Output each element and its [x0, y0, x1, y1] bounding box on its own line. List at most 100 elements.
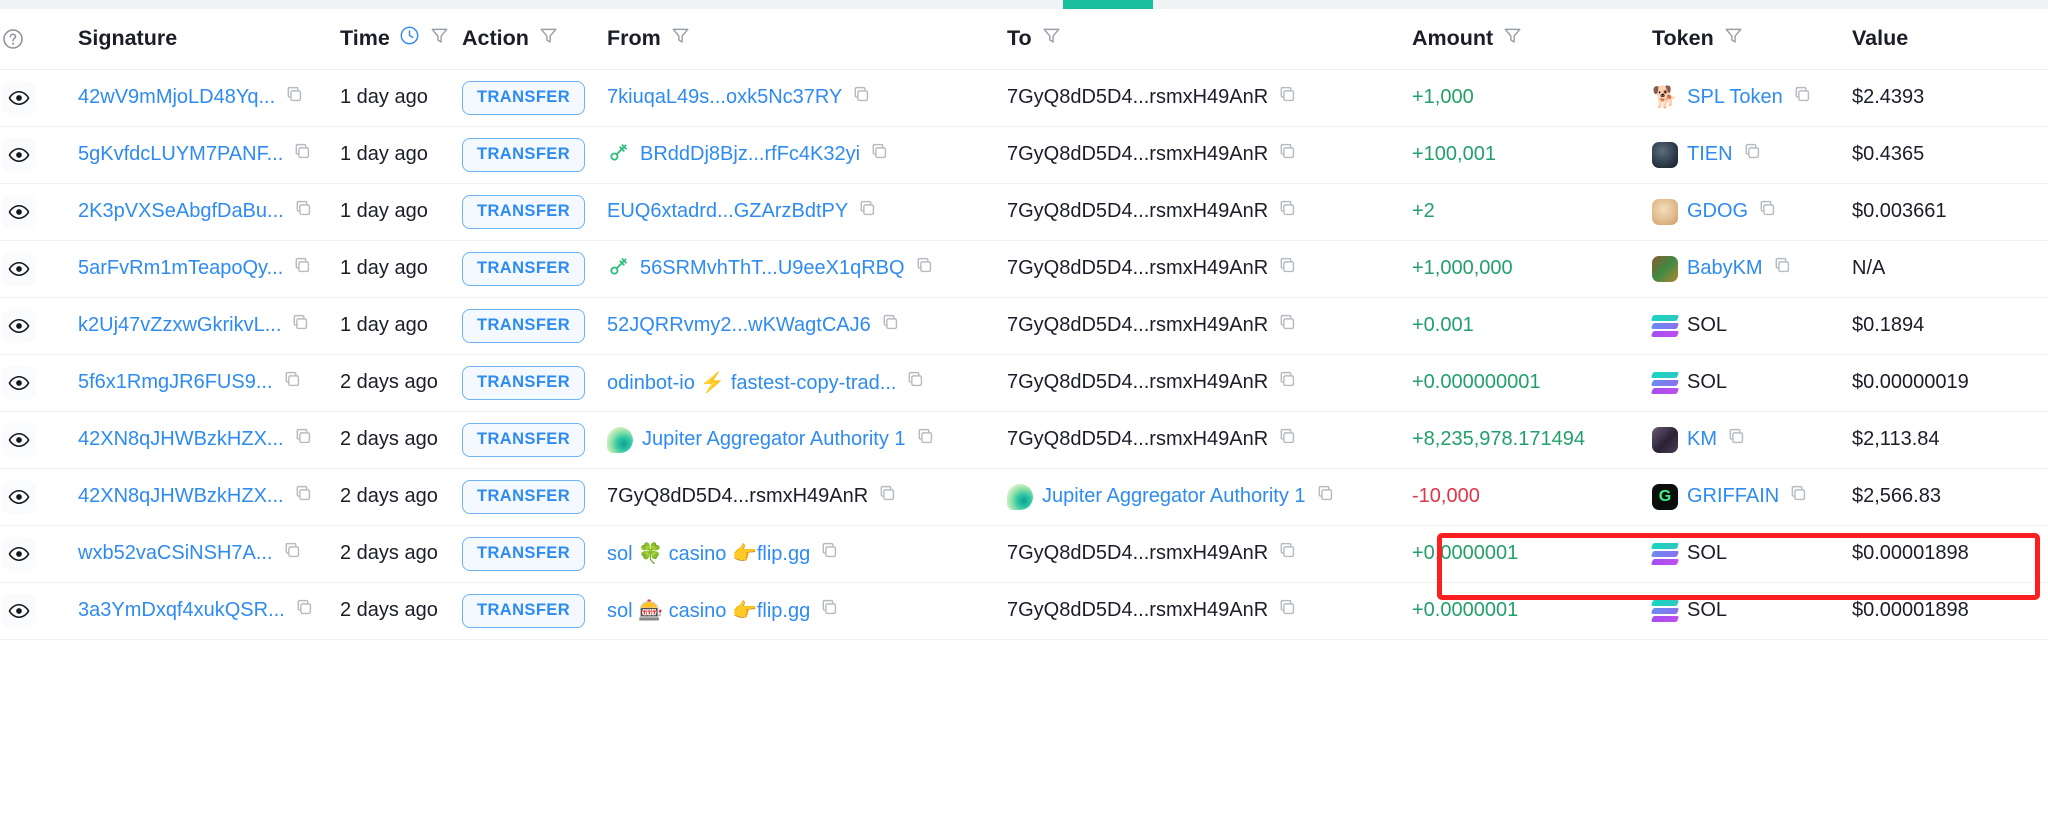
- from-address[interactable]: BRddDj8Bjz...rfFc4K32yi: [640, 143, 860, 166]
- cell-token[interactable]: SOL: [1650, 582, 1852, 640]
- cell-from[interactable]: 7kiuqaL49s...oxk5Nc37RY: [607, 69, 1007, 127]
- copy-to-icon[interactable]: [1277, 255, 1298, 282]
- view-transaction-button[interactable]: [2, 251, 36, 286]
- signature-link[interactable]: k2Uj47vZzxwGkrikvL...: [78, 314, 281, 337]
- column-header-to[interactable]: To: [1007, 9, 1412, 70]
- column-header-signature[interactable]: Signature: [40, 9, 340, 70]
- copy-signature-icon[interactable]: [284, 84, 305, 111]
- filter-icon-time[interactable]: [429, 25, 450, 52]
- to-address[interactable]: Jupiter Aggregator Authority 1: [1042, 485, 1306, 508]
- signature-link[interactable]: 5f6x1RmgJR6FUS9...: [78, 371, 273, 394]
- from-address[interactable]: 56SRMvhThT...U9eeX1qRBQ: [640, 257, 905, 280]
- table-row[interactable]: 2K3pVXSeAbgfDaBu... 1 day ago TRANSFER EUQ6…: [0, 183, 2048, 241]
- copy-signature-icon[interactable]: [282, 540, 303, 567]
- cell-signature[interactable]: 5f6x1RmgJR6FUS9...: [40, 354, 340, 412]
- cell-from[interactable]: BRddDj8Bjz...rfFc4K32yi: [607, 126, 1007, 184]
- copy-signature-icon[interactable]: [292, 255, 313, 282]
- token-label[interactable]: TIEN: [1687, 143, 1733, 166]
- cell-view[interactable]: [0, 582, 40, 640]
- copy-from-icon[interactable]: [905, 369, 926, 396]
- cell-to[interactable]: 7GyQ8dD5D4...rsmxH49AnR: [1007, 126, 1412, 184]
- clock-icon[interactable]: [399, 25, 420, 52]
- table-row[interactable]: 42wV9mMjoLD48Yq... 1 day ago TRANSFER 7kiuq…: [0, 69, 2048, 127]
- horizontal-scrollbar-thumb[interactable]: [1063, 0, 1153, 9]
- copy-from-icon[interactable]: [851, 84, 872, 111]
- copy-signature-icon[interactable]: [293, 483, 314, 510]
- signature-link[interactable]: 5arFvRm1mTeapoQy...: [78, 257, 283, 280]
- help-circle-icon[interactable]: [2, 28, 40, 50]
- cell-token[interactable]: 🐕 SPL Token: [1652, 69, 1852, 127]
- cell-signature[interactable]: 5arFvRm1mTeapoQy...: [40, 240, 340, 298]
- filter-icon-to[interactable]: [1041, 25, 1062, 52]
- column-header-token[interactable]: Token: [1652, 9, 1852, 70]
- view-transaction-button[interactable]: [2, 365, 36, 400]
- cell-token[interactable]: TIEN: [1652, 126, 1852, 184]
- table-row[interactable]: 5gKvfdcLUYM7PANF... 1 day ago TRANSFER BRdd…: [0, 126, 2048, 184]
- view-transaction-button[interactable]: [2, 422, 36, 457]
- copy-from-icon[interactable]: [880, 312, 901, 339]
- cell-to[interactable]: 7GyQ8dD5D4...rsmxH49AnR: [1007, 69, 1412, 127]
- cell-token[interactable]: KM: [1652, 411, 1852, 469]
- from-address[interactable]: sol 🎰 casino 👉flip.gg: [607, 598, 810, 623]
- cell-from[interactable]: 52JQRRvmy2...wKWagtCAJ6: [607, 297, 1007, 355]
- view-transaction-button[interactable]: [2, 536, 36, 571]
- copy-token-icon[interactable]: [1742, 141, 1763, 168]
- copy-from-icon[interactable]: [914, 255, 935, 282]
- copy-to-icon[interactable]: [1277, 141, 1298, 168]
- signature-link[interactable]: 2K3pVXSeAbgfDaBu...: [78, 200, 284, 223]
- cell-view[interactable]: [0, 297, 40, 355]
- token-label[interactable]: GDOG: [1687, 200, 1748, 223]
- cell-signature[interactable]: wxb52vaCSiNSH7A...: [40, 525, 340, 583]
- cell-token[interactable]: BabyKM: [1652, 240, 1852, 298]
- token-label[interactable]: KM: [1687, 428, 1717, 451]
- filter-icon-action[interactable]: [538, 25, 559, 52]
- cell-to[interactable]: 7GyQ8dD5D4...rsmxH49AnR: [1007, 525, 1412, 583]
- cell-to[interactable]: 7GyQ8dD5D4...rsmxH49AnR: [1007, 240, 1412, 298]
- cell-from[interactable]: sol 🎰 casino 👉flip.gg: [607, 582, 1007, 640]
- cell-to[interactable]: 7GyQ8dD5D4...rsmxH49AnR: [1007, 411, 1412, 469]
- copy-to-icon[interactable]: [1277, 198, 1298, 225]
- table-row[interactable]: k2Uj47vZzxwGkrikvL... 1 day ago TRANSFER 52…: [0, 297, 2048, 355]
- copy-token-icon[interactable]: [1726, 426, 1747, 453]
- cell-from[interactable]: sol 🍀 casino 👉flip.gg: [607, 525, 1007, 583]
- copy-from-icon[interactable]: [857, 198, 878, 225]
- copy-to-icon[interactable]: [1277, 369, 1298, 396]
- cell-token[interactable]: GRIFFAIN: [1652, 468, 1852, 526]
- copy-token-icon[interactable]: [1788, 483, 1809, 510]
- filter-icon-from[interactable]: [670, 25, 691, 52]
- cell-view[interactable]: [0, 354, 40, 412]
- copy-signature-icon[interactable]: [293, 198, 314, 225]
- cell-from[interactable]: odinbot-io ⚡ fastest-copy-trad...: [607, 354, 1007, 412]
- column-header-from[interactable]: From: [607, 9, 1007, 70]
- cell-to[interactable]: Jupiter Aggregator Authority 1: [1007, 468, 1412, 526]
- copy-to-icon[interactable]: [1315, 483, 1336, 510]
- cell-view[interactable]: [0, 411, 40, 469]
- table-row[interactable]: 42XN8qJHWBzkHZX... 2 days ago TRANSFER 7GyQ…: [0, 468, 2048, 526]
- table-row[interactable]: 5arFvRm1mTeapoQy... 1 day ago TRANSFER 56SR…: [0, 240, 2048, 298]
- copy-to-icon[interactable]: [1277, 597, 1298, 624]
- token-label[interactable]: GRIFFAIN: [1687, 485, 1779, 508]
- copy-signature-icon[interactable]: [282, 369, 303, 396]
- view-transaction-button[interactable]: [2, 80, 36, 115]
- copy-signature-icon[interactable]: [292, 141, 313, 168]
- from-address[interactable]: 7kiuqaL49s...oxk5Nc37RY: [607, 86, 842, 109]
- table-row[interactable]: 5f6x1RmgJR6FUS9... 2 days ago TRANSFER odin…: [0, 354, 2048, 412]
- from-address[interactable]: odinbot-io ⚡ fastest-copy-trad...: [607, 370, 896, 395]
- view-transaction-button[interactable]: [2, 593, 36, 628]
- table-row[interactable]: wxb52vaCSiNSH7A... 2 days ago TRANSFER sol …: [0, 525, 2048, 583]
- cell-view[interactable]: [0, 240, 40, 298]
- view-transaction-button[interactable]: [2, 308, 36, 343]
- signature-link[interactable]: 42wV9mMjoLD48Yq...: [78, 86, 275, 109]
- copy-signature-icon[interactable]: [293, 426, 314, 453]
- copy-to-icon[interactable]: [1277, 84, 1298, 111]
- from-address[interactable]: sol 🍀 casino 👉flip.gg: [607, 541, 810, 566]
- signature-link[interactable]: 5gKvfdcLUYM7PANF...: [78, 143, 283, 166]
- copy-to-icon[interactable]: [1277, 426, 1298, 453]
- copy-signature-icon[interactable]: [294, 597, 315, 624]
- cell-from[interactable]: 7GyQ8dD5D4...rsmxH49AnR: [607, 468, 1007, 526]
- cell-token[interactable]: SOL: [1650, 354, 1852, 412]
- cell-view[interactable]: [0, 525, 40, 583]
- cell-view[interactable]: [0, 69, 40, 127]
- cell-to[interactable]: 7GyQ8dD5D4...rsmxH49AnR: [1007, 183, 1412, 241]
- cell-signature[interactable]: 42wV9mMjoLD48Yq...: [40, 69, 340, 127]
